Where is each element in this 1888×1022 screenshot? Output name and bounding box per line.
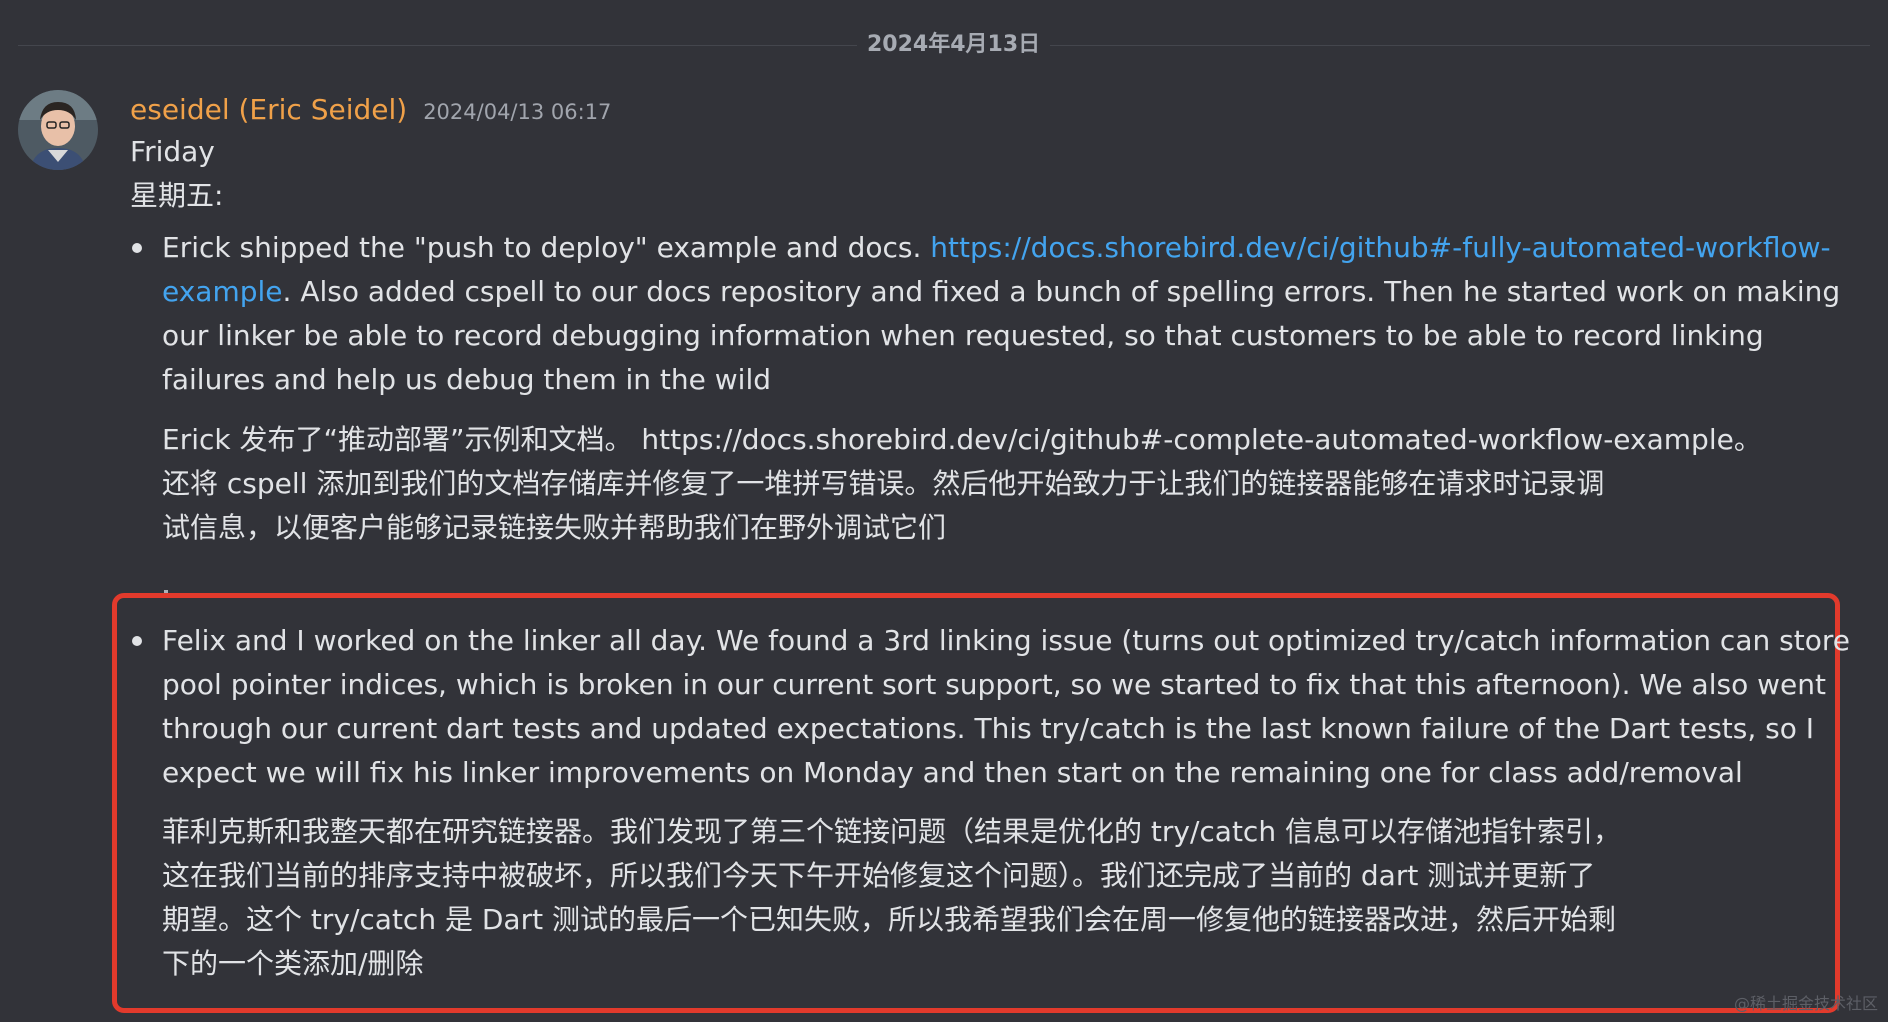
message-heading-zh: 星期五:: [130, 179, 224, 212]
avatar[interactable]: [18, 90, 98, 170]
text-line: expect we will fix his linker improvemen…: [162, 756, 1743, 789]
text-line: Erick 发布了“推动部署”示例和文档。 https://docs.shore…: [162, 423, 1762, 456]
message-heading-en: Friday: [130, 135, 215, 168]
bullet-1-english: Erick shipped the "push to deploy" examp…: [162, 226, 1842, 402]
date-divider-label: 2024年4月13日: [857, 30, 1051, 60]
text-line: our linker be able to record debugging i…: [162, 319, 1764, 352]
text-line: example. Also added cspell to our docs r…: [162, 270, 1842, 314]
bullet-dot: [132, 243, 142, 253]
text-line: 还将 cspell 添加到我们的文档存储库并修复了一堆拼写错误。然后他开始致力于…: [162, 467, 1605, 500]
docs-link-continued[interactable]: example: [162, 275, 283, 308]
author-name[interactable]: eseidel (Eric Seidel): [130, 90, 407, 130]
message-timestamp[interactable]: 2024/04/13 06:17: [423, 92, 611, 132]
docs-link[interactable]: https://docs.shorebird.dev/ci/github#-fu…: [930, 231, 1830, 264]
text-line: Felix and I worked on the linker all day…: [162, 624, 1850, 657]
text-line: 试信息，以便客户能够记录链接失败并帮助我们在野外调试它们: [162, 511, 947, 544]
bullet-2-chinese: 菲利克斯和我整天都在研究链接器。我们发现了第三个链接问题（结果是优化的 try/…: [162, 810, 1842, 986]
bullet-dot: [132, 636, 142, 646]
text-line: 期望。这个 try/catch 是 Dart 测试的最后一个已知失败，所以我希望…: [162, 903, 1616, 936]
text-line: pool pointer indices, which is broken in…: [162, 668, 1826, 701]
watermark: @稀土掘金技术社区: [1733, 994, 1878, 1013]
text-fragment: Erick shipped the "push to deploy" examp…: [162, 231, 931, 264]
text-line: 下的一个类添加/删除: [162, 947, 424, 980]
message-header: eseidel (Eric Seidel) 2024/04/13 06:17: [130, 90, 611, 130]
text-line: 菲利克斯和我整天都在研究链接器。我们发现了第三个链接问题（结果是优化的 try/…: [162, 815, 1621, 848]
text-line: failures and help us debug them in the w…: [162, 363, 771, 396]
text-fragment: . Also added cspell to our docs reposito…: [282, 275, 1841, 308]
bullet-1-chinese: Erick 发布了“推动部署”示例和文档。 https://docs.shore…: [162, 418, 1842, 550]
text-line: through our current dart tests and updat…: [162, 712, 1815, 745]
text-line: Erick shipped the "push to deploy" examp…: [162, 226, 1842, 270]
chat-view: 2024年4月13日 eseidel (Eric Seidel) 2024/04…: [0, 0, 1888, 1022]
text-line: 这在我们当前的排序支持中被破坏，所以我们今天下午开始修复这个问题）。我们还完成了…: [162, 859, 1596, 892]
bullet-2-english: Felix and I worked on the linker all day…: [162, 619, 1850, 795]
